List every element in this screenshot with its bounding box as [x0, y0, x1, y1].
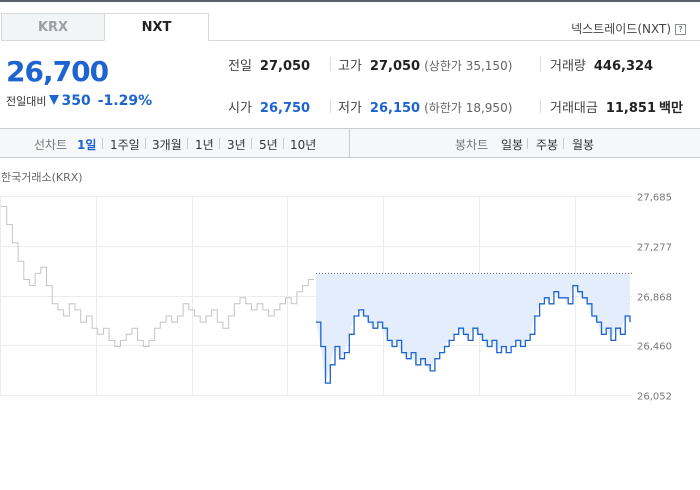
period-1d[interactable]: 1일 — [77, 136, 96, 153]
y-tick-label: 26,460 — [637, 342, 672, 353]
tab-nxt[interactable]: NXT — [104, 13, 209, 41]
stat-low: 저가 26,150 (하한가 18,950) — [338, 97, 512, 116]
period-sep — [563, 138, 564, 149]
period-3y[interactable]: 3년 — [227, 136, 246, 153]
period-sep — [145, 138, 146, 149]
top-border — [0, 0, 700, 2]
stat-sub: (하한가 18,950) — [424, 101, 513, 115]
stat-divider — [330, 99, 331, 113]
period-sep — [187, 138, 188, 149]
stat-divider — [330, 57, 331, 71]
y-tick-label: 27,277 — [637, 243, 672, 254]
period-bar-divider — [349, 129, 350, 157]
candle-daily[interactable]: 일봉 — [501, 136, 523, 153]
line-chart-label: 선차트 — [34, 138, 68, 152]
candle-monthly[interactable]: 월봉 — [572, 136, 594, 153]
stat-value: 26,750 — [259, 101, 311, 116]
period-sep — [102, 138, 103, 149]
period-5y[interactable]: 5년 — [259, 136, 278, 153]
stat-value: 11,851 — [605, 101, 657, 116]
change-label: 전일대비 — [6, 95, 47, 108]
stat-value: 446,324 — [593, 59, 654, 74]
stat-label: 거래량 — [550, 59, 586, 74]
stat-divider — [540, 99, 541, 113]
y-tick-label: 26,868 — [637, 293, 672, 304]
period-3m[interactable]: 3개월 — [152, 136, 182, 153]
stat-value: 27,050 — [369, 59, 421, 74]
stat-value: 27,050 — [259, 59, 311, 74]
period-10y[interactable]: 10년 — [290, 136, 316, 153]
price-change: 전일대비 350 -1.29% — [6, 93, 152, 109]
stat-label: 거래대금 — [550, 101, 598, 116]
stat-label: 저가 — [338, 101, 362, 116]
y-tick-label: 26,052 — [637, 392, 672, 403]
period-1y[interactable]: 1년 — [195, 136, 214, 153]
period-sep — [251, 138, 252, 149]
period-sep — [283, 138, 284, 149]
period-sep — [527, 138, 528, 149]
exchange-name: 넥스트레이드(NXT)? — [571, 20, 686, 37]
stat-divider — [540, 57, 541, 71]
price-chart[interactable]: 27,685 27,277 26,868 26,460 26,052 — [0, 180, 700, 410]
stat-high: 고가 27,050 (상한가 35,150) — [338, 55, 512, 74]
candle-chart-label: 봉차트 — [455, 138, 489, 152]
stat-label: 고가 — [338, 59, 362, 74]
y-tick-label: 27,685 — [637, 193, 672, 204]
krx-price-line — [1, 205, 314, 347]
tab-krx[interactable]: KRX — [1, 13, 105, 41]
tab-underline — [209, 40, 700, 41]
period-1w[interactable]: 1주일 — [110, 136, 140, 153]
question-mark-icon[interactable]: ? — [675, 24, 686, 35]
change-value: 350 — [61, 93, 91, 109]
stat-volume: 거래량 446,324 — [550, 55, 653, 74]
stat-label: 시가 — [228, 101, 252, 116]
down-triangle-icon — [49, 95, 60, 105]
change-percent: -1.29% — [97, 93, 153, 109]
stat-prev-close: 전일 27,050 — [228, 55, 310, 74]
stat-sub: (상한가 35,150) — [424, 59, 513, 73]
current-price: 26,700 — [6, 55, 109, 88]
exchange-name-label: 넥스트레이드(NXT) — [571, 22, 671, 36]
stat-value: 26,150 — [369, 101, 421, 116]
candle-weekly[interactable]: 주봉 — [536, 136, 558, 153]
stat-label: 전일 — [228, 59, 252, 74]
stat-unit: 백만 — [659, 101, 683, 116]
stat-open: 시가 26,750 — [228, 97, 310, 116]
period-sep — [219, 138, 220, 149]
period-bar: 선차트 1일 1주일 3개월 1년 3년 5년 10년 봉차트 일봉 주봉 월봉 — [0, 128, 700, 158]
stat-trade-value: 거래대금 11,851 백만 — [550, 97, 683, 116]
chart-y-ticks: 27,685 27,277 26,868 26,460 26,052 — [637, 193, 672, 403]
